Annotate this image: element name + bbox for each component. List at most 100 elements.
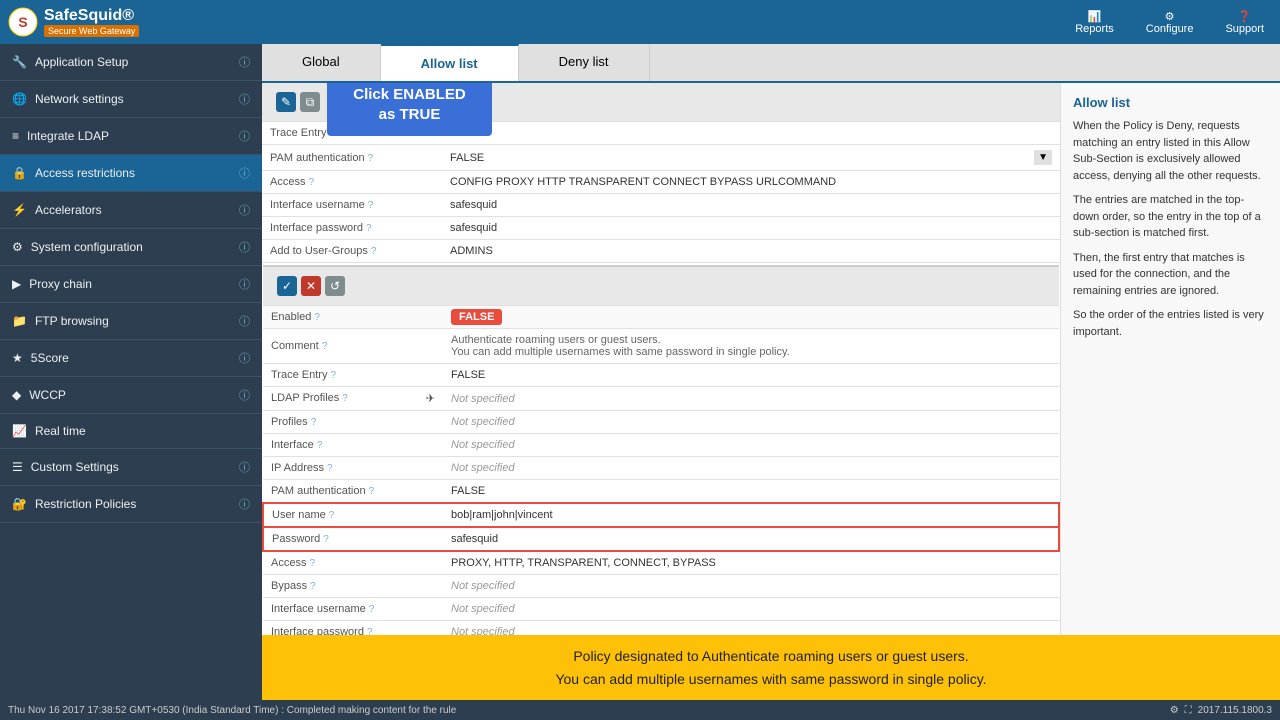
realtime-icon: 📈 — [12, 424, 27, 438]
access-row-1: Access? CONFIG PROXY HTTP TRANSPARENT CO… — [262, 171, 1060, 194]
info-icon: ⓘ — [239, 459, 250, 475]
ip-address-label: IP Address — [271, 462, 324, 474]
reset-btn-s2[interactable]: ↺ — [325, 276, 345, 296]
help-icon: ? — [367, 627, 373, 635]
access-value: CONFIG PROXY HTTP TRANSPARENT CONNECT BY… — [450, 176, 836, 188]
ftp-icon: 📁 — [12, 314, 27, 328]
help-icon: ? — [311, 417, 317, 428]
username-row-highlighted: User name? bob|ram|john|vincent — [263, 503, 1059, 527]
password-label: Password — [272, 533, 320, 545]
sidebar-item-accelerators[interactable]: ⚡ Accelerators ⓘ — [0, 192, 262, 228]
sidebar-item-label: Access restrictions — [35, 166, 135, 180]
bypass-value: Not specified — [451, 580, 515, 592]
section2-controls-row: ✓ ✕ ↺ — [263, 266, 1059, 306]
sidebar-item-label: Application Setup — [35, 55, 128, 69]
accelerators-icon: ⚡ — [12, 203, 27, 217]
send-icon: ✈ — [426, 392, 435, 405]
interface-password-value: Not specified — [451, 626, 515, 635]
sidebar-item-label: System configuration — [31, 240, 143, 254]
support-icon: ❓ — [1238, 10, 1252, 23]
right-panel-para2: The entries are matched in the top-down … — [1073, 192, 1268, 242]
sidebar-item-network-settings[interactable]: 🌐 Network settings ⓘ — [0, 81, 262, 117]
trace-entry-label: Trace Entry — [271, 369, 327, 381]
copy-btn-s1[interactable]: ⧉ — [300, 92, 320, 112]
sidebar-item-wccp[interactable]: ◆ WCCP ⓘ — [0, 377, 262, 413]
delete-btn-s2[interactable]: ✕ — [301, 276, 321, 296]
info-icon: ⓘ — [239, 496, 250, 512]
sidebar-item-access-restrictions[interactable]: 🔒 Access restrictions ⓘ — [0, 155, 262, 191]
interface-row: Interface? Not specified — [263, 434, 1059, 457]
bottom-line1: Policy designated to Authenticate roamin… — [282, 645, 1260, 667]
trace-entry-row-2: Trace Entry? FALSE — [263, 364, 1059, 387]
help-icon: ? — [322, 341, 328, 352]
help-icon: ? — [309, 558, 315, 569]
profiles-label: Profiles — [271, 416, 308, 428]
interface-password-row-1: Interface password? safesquid — [262, 217, 1060, 240]
config-table-section2: ✓ ✕ ↺ Enabled? FALSE Comment? — [262, 265, 1060, 635]
expand-icon-status[interactable]: ⛶ — [1185, 705, 1192, 716]
support-label: Support — [1225, 23, 1264, 35]
scroll-down-btn-1[interactable]: ▼ — [1034, 150, 1052, 165]
topbar: S SafeSquid® Secure Web Gateway 📊 Report… — [0, 0, 1280, 44]
help-icon: ? — [323, 534, 329, 545]
nav-configure[interactable]: ⚙ Configure — [1138, 6, 1202, 39]
tooltip-box: Click ENABLED as TRUE — [327, 83, 492, 136]
edit-btn-s1[interactable]: ✎ — [276, 92, 296, 112]
help-icon: ? — [330, 370, 336, 381]
sidebar-item-real-time[interactable]: 📈 Real time — [0, 414, 262, 448]
help-icon: ? — [329, 510, 335, 521]
configure-icon: ⚙ — [1165, 10, 1175, 23]
help-icon: ? — [327, 463, 333, 474]
sidebar-item-restriction-policies[interactable]: 🔐 Restriction Policies ⓘ — [0, 486, 262, 522]
comment-label: Comment — [271, 340, 319, 352]
access-label: Access — [270, 176, 305, 188]
status-bar: Thu Nov 16 2017 17:38:52 GMT+0530 (India… — [0, 700, 1280, 720]
enabled-row: Enabled? FALSE — [263, 306, 1059, 329]
interface-username-label: Interface username — [271, 603, 366, 615]
add-user-groups-label: Add to User-Groups — [270, 245, 368, 257]
help-icon: ? — [368, 200, 374, 211]
pam-auth-row-1: PAM authentication? FALSE ▼ — [262, 145, 1060, 171]
sidebar-item-label: 5Score — [31, 351, 69, 365]
tab-global[interactable]: Global — [262, 44, 381, 81]
configure-label: Configure — [1146, 23, 1194, 35]
checkbox-btn-s2[interactable]: ✓ — [277, 276, 297, 296]
table-container: ✎ ⧉ Trace Entry? FALSE PAM authenticatio… — [262, 83, 1060, 635]
info-icon: ⓘ — [239, 313, 250, 329]
sidebar-item-proxy-chain[interactable]: ▶ Proxy chain ⓘ — [0, 266, 262, 302]
sidebar-item-application-setup[interactable]: 🔧 Application Setup ⓘ — [0, 44, 262, 80]
ip-address-row: IP Address? Not specified — [263, 457, 1059, 480]
sidebar-item-custom-settings[interactable]: ☰ Custom Settings ⓘ — [0, 449, 262, 485]
right-panel: Allow list When the Policy is Deny, requ… — [1060, 83, 1280, 635]
tab-deny-list[interactable]: Deny list — [519, 44, 650, 81]
access-row-2: Access? PROXY, HTTP, TRANSPARENT, CONNEC… — [263, 551, 1059, 575]
settings-icon-status[interactable]: ⚙ — [1170, 705, 1179, 716]
password-value: safesquid — [451, 533, 498, 545]
enabled-value[interactable]: FALSE — [451, 309, 502, 325]
username-value: bob|ram|john|vincent — [451, 509, 553, 521]
trace-entry-value: FALSE — [451, 369, 485, 381]
sidebar-item-label: Integrate LDAP — [27, 129, 109, 143]
sidebar-item-ftp-browsing[interactable]: 📁 FTP browsing ⓘ — [0, 303, 262, 339]
system-config-icon: ⚙ — [12, 240, 23, 254]
interface-password-value: safesquid — [450, 222, 497, 234]
interface-label: Interface — [271, 439, 314, 451]
sidebar-item-label: FTP browsing — [35, 314, 109, 328]
access-icon: 🔒 — [12, 166, 27, 180]
help-icon: ? — [369, 604, 375, 615]
tab-allow-list[interactable]: Allow list — [381, 44, 519, 81]
sidebar-item-integrate-ldap[interactable]: ≡ Integrate LDAP ⓘ — [0, 118, 262, 154]
sidebar-item-label: Network settings — [35, 92, 124, 106]
nav-support[interactable]: ❓ Support — [1217, 6, 1272, 39]
info-icon: ⓘ — [239, 387, 250, 403]
enabled-label: Enabled — [271, 311, 311, 323]
interface-username-value: Not specified — [451, 603, 515, 615]
sidebar-item-system-configuration[interactable]: ⚙ System configuration ⓘ — [0, 229, 262, 265]
status-text: Thu Nov 16 2017 17:38:52 GMT+0530 (India… — [8, 705, 456, 716]
nav-reports[interactable]: 📊 Reports — [1067, 6, 1122, 39]
sidebar-item-5score[interactable]: ★ 5Score ⓘ — [0, 340, 262, 376]
logo-text: SafeSquid® — [44, 7, 139, 25]
right-panel-para3: Then, the first entry that matches is us… — [1073, 250, 1268, 300]
bypass-row: Bypass? Not specified — [263, 575, 1059, 598]
info-icon: ⓘ — [239, 202, 250, 218]
